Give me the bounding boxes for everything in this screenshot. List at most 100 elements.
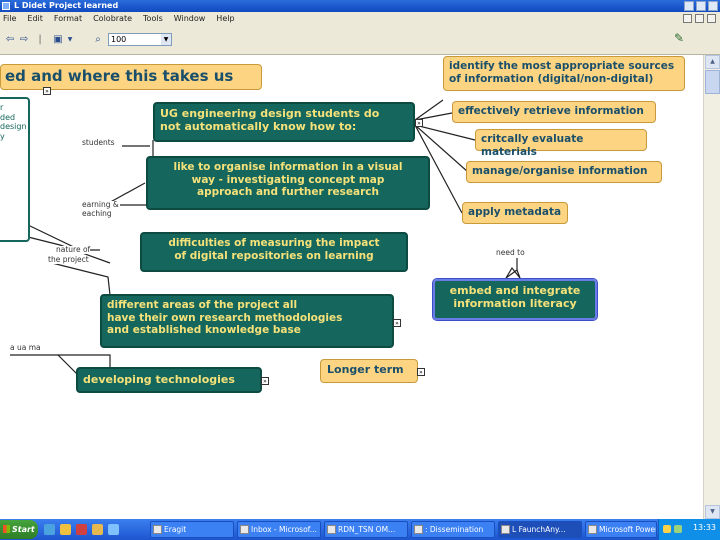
minimize-button[interactable] xyxy=(684,1,694,11)
doc-close-button[interactable] xyxy=(707,14,716,23)
task-label: Inbox - Microsof... xyxy=(251,525,317,534)
methods-line-3: and established knowledge base xyxy=(107,324,301,337)
measuring-line-2: of digital repositories on learning xyxy=(174,249,374,262)
quicklaunch-mail-icon[interactable] xyxy=(92,524,103,535)
expand-marker-icon[interactable]: » xyxy=(417,368,425,376)
taskbar-item[interactable]: RDN_TSN OM... xyxy=(324,521,408,538)
toolbar: ⇦ ⇨ | ▣ ▼ ⌕ 100 ▼ ✎ xyxy=(0,25,720,55)
manage-information-node[interactable]: manage/organise information xyxy=(466,161,662,183)
menu-edit[interactable]: Edit xyxy=(27,14,43,23)
start-button[interactable]: Start xyxy=(0,520,38,539)
zoom-dropdown-icon[interactable]: ▼ xyxy=(161,34,171,45)
quicklaunch-ie-icon[interactable] xyxy=(44,524,55,535)
header-node-text: ed and where this takes us xyxy=(5,67,234,85)
ug-line-1: UG engineering design students do xyxy=(160,107,380,120)
side-fragment-4: y xyxy=(0,131,5,141)
application-window: L Didet Project learned File Edit Format… xyxy=(0,0,720,540)
taskbar-item[interactable]: Microsoft Power... xyxy=(585,521,657,538)
developing-technologies-node[interactable]: developing technologies xyxy=(76,367,262,393)
task-label: RDN_TSN OM... xyxy=(338,525,396,534)
methods-line-1: different areas of the project all xyxy=(107,299,298,311)
visual-line-1: like to organise information in a visual xyxy=(173,161,403,173)
measuring-line-1: difficulties of measuring the impact xyxy=(168,237,380,249)
back-arrow-icon[interactable]: ⇦ xyxy=(4,34,16,46)
partial-side-node[interactable]: r ded design y xyxy=(0,97,30,242)
evaluate-text: critcally evaluate materials xyxy=(481,133,584,158)
link-label-need-to: need to xyxy=(496,248,525,257)
sources-line-1: identify the most appropriate sources xyxy=(449,60,675,72)
tray-status-icon[interactable] xyxy=(663,525,671,533)
concept-map-canvas[interactable]: ed and where this takes us » r ded desig… xyxy=(0,55,703,519)
task-label: L FaunchAny... xyxy=(512,525,566,534)
metadata-text: apply metadata xyxy=(468,206,562,218)
embed-literacy-node[interactable]: embed and integrate information literacy xyxy=(432,278,598,321)
side-fragment-3: design xyxy=(0,122,27,132)
apply-metadata-node[interactable]: apply metadata xyxy=(462,202,568,224)
view-dropdown-icon[interactable]: ▼ xyxy=(64,34,76,46)
start-label: Start xyxy=(12,525,35,534)
expand-marker-icon[interactable]: » xyxy=(43,87,51,95)
scroll-thumb[interactable] xyxy=(705,70,720,94)
embed-line-2: information literacy xyxy=(453,297,577,311)
evaluate-materials-node[interactable]: critcally evaluate materials xyxy=(475,129,647,158)
zoom-icon[interactable]: ⌕ xyxy=(92,34,104,46)
document-edit-icon[interactable]: ✎ xyxy=(674,31,688,47)
taskbar: Start Eragit Inbox - Microsof... RDN_TSN… xyxy=(0,519,720,540)
task-app-icon xyxy=(153,525,162,534)
taskbar-item[interactable]: Eragit xyxy=(150,521,234,538)
quicklaunch-folder-icon[interactable] xyxy=(60,524,71,535)
ug-students-node[interactable]: UG engineering design students do not au… xyxy=(153,102,415,142)
clock[interactable]: 13:33 xyxy=(693,523,716,532)
close-button[interactable] xyxy=(708,1,718,11)
side-fragment-2: ded xyxy=(0,112,16,122)
task-label: Microsoft Power... xyxy=(599,525,656,534)
retrieve-information-node[interactable]: effectively retrieve information xyxy=(452,101,656,123)
title-bar[interactable]: L Didet Project learned xyxy=(0,0,720,12)
link-label-learning: earning & xyxy=(82,200,119,209)
zoom-select[interactable]: 100 ▼ xyxy=(108,33,172,46)
identify-sources-node[interactable]: identify the most appropriate sources of… xyxy=(443,56,685,91)
task-app-icon xyxy=(414,525,423,534)
windows-logo-icon xyxy=(3,525,10,533)
taskbar-item[interactable]: : Dissemination xyxy=(411,521,495,538)
menu-collaborate[interactable]: Colobrate xyxy=(93,14,132,23)
vertical-scrollbar[interactable]: ▲ ▼ xyxy=(703,55,720,519)
expand-marker-icon[interactable]: » xyxy=(415,119,423,127)
taskbar-item[interactable]: Inbox - Microsof... xyxy=(237,521,321,538)
scroll-up-icon[interactable]: ▲ xyxy=(705,55,720,69)
expand-marker-icon[interactable]: » xyxy=(393,319,401,327)
forward-arrow-icon[interactable]: ⇨ xyxy=(18,34,30,46)
menu-tools[interactable]: Tools xyxy=(143,14,163,23)
link-label-students: students xyxy=(82,138,115,147)
task-label: : Dissemination xyxy=(425,525,484,534)
side-fragment-1: r xyxy=(0,103,4,112)
quicklaunch-app-icon[interactable] xyxy=(76,524,87,535)
doc-minimize-button[interactable] xyxy=(683,14,692,23)
visual-line-2: way - investigating concept map xyxy=(191,173,385,186)
visual-line-3: approach and further research xyxy=(197,186,379,199)
taskbar-item-active[interactable]: L FaunchAny... xyxy=(498,521,582,538)
header-node[interactable]: ed and where this takes us xyxy=(0,64,262,90)
zoom-value: 100 xyxy=(111,35,127,44)
measuring-impact-node[interactable]: difficulties of measuring the impact of … xyxy=(140,232,408,272)
tray-network-icon[interactable] xyxy=(674,525,682,533)
retrieve-text: effectively retrieve information xyxy=(458,105,644,117)
visual-organise-node[interactable]: like to organise information in a visual… xyxy=(146,156,430,210)
view-icon[interactable]: ▣ xyxy=(52,34,64,46)
link-label-project: the project xyxy=(48,255,89,264)
research-methodologies-node[interactable]: different areas of the project all have … xyxy=(100,294,394,348)
expand-marker-icon[interactable]: » xyxy=(261,377,269,385)
task-app-icon xyxy=(588,525,597,534)
doc-restore-button[interactable] xyxy=(695,14,704,23)
menu-file[interactable]: File xyxy=(3,14,16,23)
menu-format[interactable]: Format xyxy=(54,14,82,23)
menu-window[interactable]: Window xyxy=(174,14,206,23)
ug-line-2: not automatically know how to: xyxy=(160,120,357,134)
longer-term-node[interactable]: Longer term xyxy=(320,359,418,383)
maximize-button[interactable] xyxy=(696,1,706,11)
link-label-nature: nature of xyxy=(56,245,91,254)
scroll-down-icon[interactable]: ▼ xyxy=(705,505,720,519)
quicklaunch-desktop-icon[interactable] xyxy=(108,524,119,535)
menu-help[interactable]: Help xyxy=(216,14,234,23)
longer-term-text: Longer term xyxy=(327,363,404,376)
